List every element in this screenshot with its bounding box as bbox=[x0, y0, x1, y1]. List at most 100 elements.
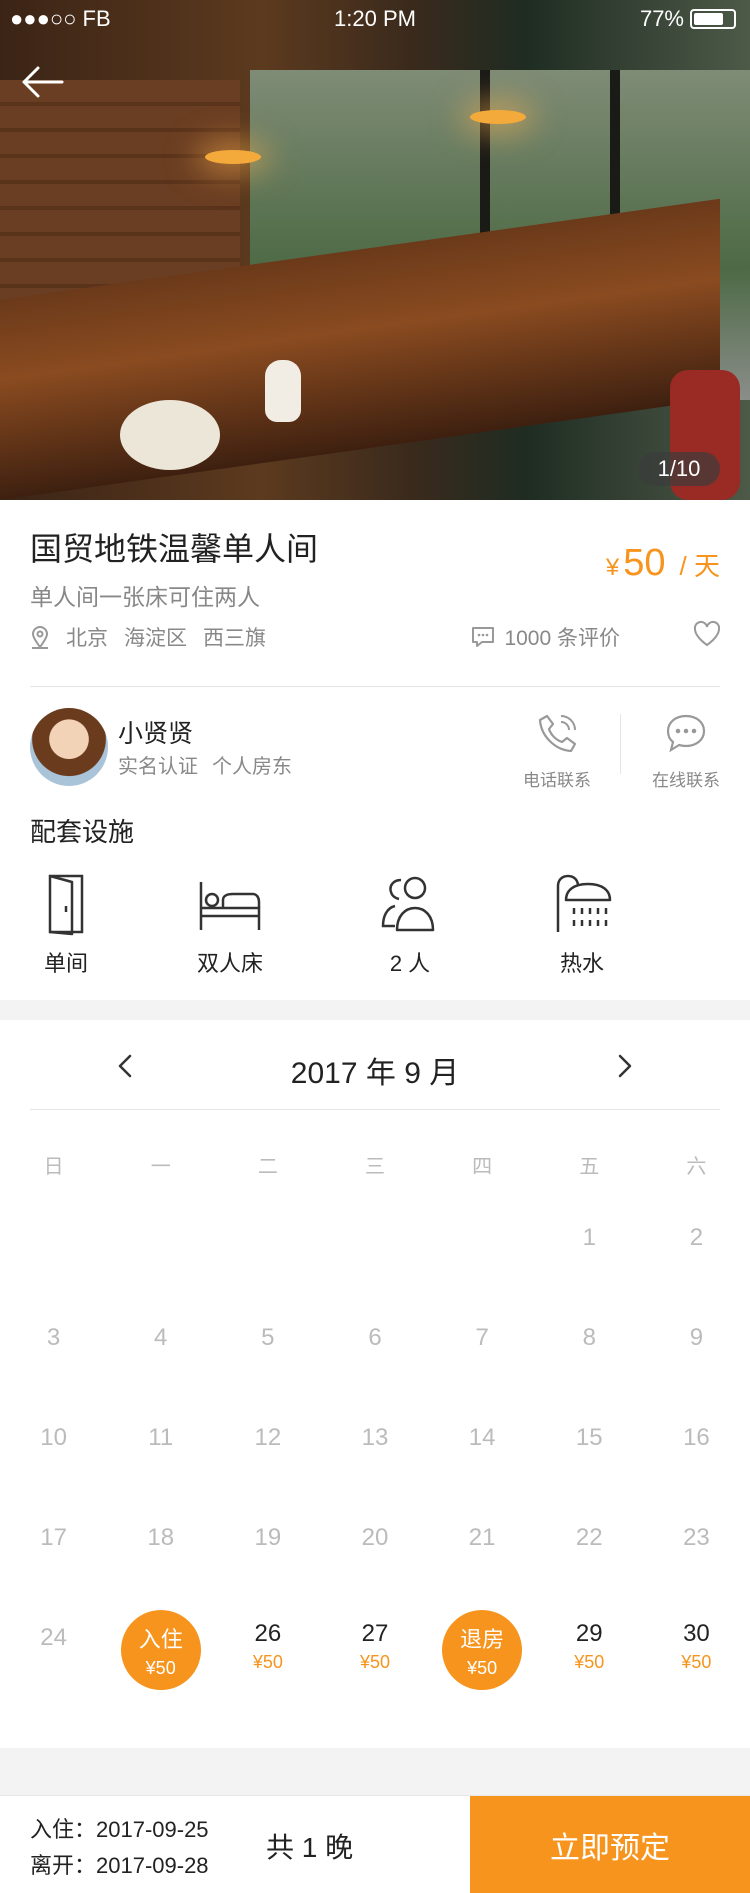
favorite-button[interactable] bbox=[692, 620, 722, 648]
arrow-left-icon bbox=[22, 66, 64, 98]
listing-price: ¥ 50 / 天 bbox=[606, 542, 720, 585]
calendar-day[interactable]: 30 ¥50 bbox=[643, 1610, 750, 1710]
facility-hot-water: 热水 bbox=[522, 872, 642, 978]
price-symbol: ¥ bbox=[605, 554, 620, 581]
phone-contact-button[interactable]: 电话联系 bbox=[507, 710, 607, 791]
facility-bed: 双人床 bbox=[170, 872, 290, 978]
day-price: ¥50 bbox=[252, 1652, 283, 1672]
day-label: 退房 bbox=[460, 1627, 505, 1652]
location-district: 海淀区 bbox=[124, 627, 187, 650]
checkin-date: 入住：2017-09-25 bbox=[30, 1817, 209, 1842]
day-number bbox=[107, 1210, 214, 1224]
calendar-day[interactable]: 10 bbox=[0, 1410, 107, 1510]
location: 北京 海淀区 西三旗 bbox=[30, 622, 266, 652]
calendar-empty-cell bbox=[107, 1210, 214, 1310]
calendar-day[interactable]: 24 bbox=[0, 1610, 107, 1710]
day-number bbox=[321, 1210, 428, 1224]
day-number: 3 bbox=[46, 1324, 61, 1351]
calendar-day[interactable]: 7 bbox=[429, 1310, 536, 1410]
heart-icon bbox=[693, 620, 721, 647]
calendar-day[interactable]: 4 bbox=[107, 1310, 214, 1410]
day-price: ¥50 bbox=[467, 1658, 498, 1678]
calendar-day[interactable]: 入住 ¥50 bbox=[107, 1610, 214, 1710]
day-number: 12 bbox=[254, 1424, 282, 1451]
calendar-day[interactable]: 13 bbox=[321, 1410, 428, 1510]
calendar-day[interactable]: 9 bbox=[643, 1310, 750, 1410]
day-number bbox=[429, 1210, 536, 1224]
calendar-day[interactable]: 12 bbox=[214, 1410, 321, 1510]
weekday-label: 一 bbox=[150, 1156, 171, 1178]
weekday-label: 日 bbox=[43, 1156, 64, 1178]
facility-room: 单间 bbox=[6, 872, 126, 978]
location-area: 西三旗 bbox=[203, 627, 266, 650]
calendar-day[interactable]: 15 bbox=[536, 1410, 643, 1510]
listing-photo[interactable]: ●●●○○ FB 1:20 PM 77% 1/10 bbox=[0, 0, 750, 500]
day-number: 4 bbox=[154, 1324, 168, 1351]
weekday-label: 三 bbox=[364, 1156, 385, 1178]
calendar-day[interactable]: 26 ¥50 bbox=[214, 1610, 321, 1710]
calendar-day[interactable]: 6 bbox=[321, 1310, 428, 1410]
day-number: 22 bbox=[575, 1524, 603, 1551]
weekday-row: 日一二三四五六 bbox=[0, 1150, 750, 1179]
calendar-day[interactable]: 8 bbox=[536, 1310, 643, 1410]
calendar-day[interactable]: 16 bbox=[643, 1410, 750, 1510]
comment-icon bbox=[472, 627, 495, 647]
facility-label: 双人床 bbox=[196, 951, 263, 976]
calendar-day[interactable]: 3 bbox=[0, 1310, 107, 1410]
day-number: 29 bbox=[575, 1620, 603, 1647]
calendar-empty-cell bbox=[214, 1210, 321, 1310]
back-button[interactable] bbox=[18, 62, 66, 102]
host-tag-type: 个人房东 bbox=[212, 756, 292, 778]
calendar-day[interactable]: 2 bbox=[643, 1210, 750, 1310]
lamp-light bbox=[205, 150, 261, 164]
book-now-button[interactable]: 立即预定 bbox=[470, 1796, 750, 1893]
calendar-day[interactable]: 19 bbox=[214, 1510, 321, 1610]
shower-icon bbox=[556, 874, 612, 932]
calendar-day[interactable]: 22 bbox=[536, 1510, 643, 1610]
weekday-label: 五 bbox=[579, 1156, 600, 1178]
calendar-day[interactable]: 1 bbox=[536, 1210, 643, 1310]
calendar-day[interactable]: 5 bbox=[214, 1310, 321, 1410]
divider bbox=[30, 1109, 720, 1110]
bed-icon bbox=[199, 882, 261, 930]
chat-contact-label: 在线联系 bbox=[652, 771, 720, 790]
listing-title: 国贸地铁温馨单人间 bbox=[30, 531, 319, 567]
chat-contact-button[interactable]: 在线联系 bbox=[636, 710, 736, 791]
day-grid: 1 2 3 4 5 6 7 8 9 10 11 12 13 14 15 16 17 18 19 20 21 22 23 24 入… bbox=[0, 1210, 750, 1710]
reviews-link[interactable]: 1000 条评价 bbox=[470, 622, 620, 652]
calendar-day[interactable]: 27 ¥50 bbox=[321, 1610, 428, 1710]
calendar-day[interactable]: 17 bbox=[0, 1510, 107, 1610]
checkin-marker: 入住 ¥50 bbox=[120, 1610, 201, 1690]
next-month-button[interactable] bbox=[608, 1050, 640, 1082]
calendar-day[interactable]: 退房 ¥50 bbox=[429, 1610, 536, 1710]
day-number: 24 bbox=[40, 1624, 67, 1651]
day-number bbox=[214, 1210, 321, 1224]
calendar-day[interactable]: 14 bbox=[429, 1410, 536, 1510]
calendar-day[interactable]: 23 bbox=[643, 1510, 750, 1610]
host-tags: 实名认证 个人房东 bbox=[118, 750, 292, 779]
nights-count: 共 1 晚 bbox=[266, 1832, 354, 1863]
calendar-empty-cell bbox=[429, 1210, 536, 1310]
day-number: 18 bbox=[147, 1524, 175, 1551]
calendar-day[interactable]: 11 bbox=[107, 1410, 214, 1510]
calendar-day[interactable]: 18 bbox=[107, 1510, 214, 1610]
day-price: ¥50 bbox=[145, 1658, 176, 1678]
day-number: 8 bbox=[582, 1324, 596, 1351]
calendar-day[interactable]: 20 bbox=[321, 1510, 428, 1610]
battery-percent: 77% bbox=[639, 6, 684, 31]
chat-bubble-icon bbox=[666, 714, 706, 753]
avatar[interactable] bbox=[30, 708, 108, 786]
day-label: 入住 bbox=[138, 1627, 183, 1652]
host-name: 小贤贤 bbox=[118, 720, 194, 748]
facility-label: 单间 bbox=[43, 951, 88, 976]
people-icon bbox=[381, 876, 435, 932]
calendar-day[interactable]: 21 bbox=[429, 1510, 536, 1610]
day-number: 20 bbox=[361, 1524, 389, 1551]
calendar-day[interactable]: 29 ¥50 bbox=[536, 1610, 643, 1710]
day-number: 6 bbox=[368, 1324, 382, 1351]
facilities-title: 配套设施 bbox=[30, 817, 135, 847]
location-city: 北京 bbox=[66, 627, 108, 650]
day-number: 13 bbox=[361, 1424, 389, 1451]
facility-label: 2 人 bbox=[389, 951, 431, 976]
reviews-count: 1000 条评价 bbox=[504, 627, 620, 650]
